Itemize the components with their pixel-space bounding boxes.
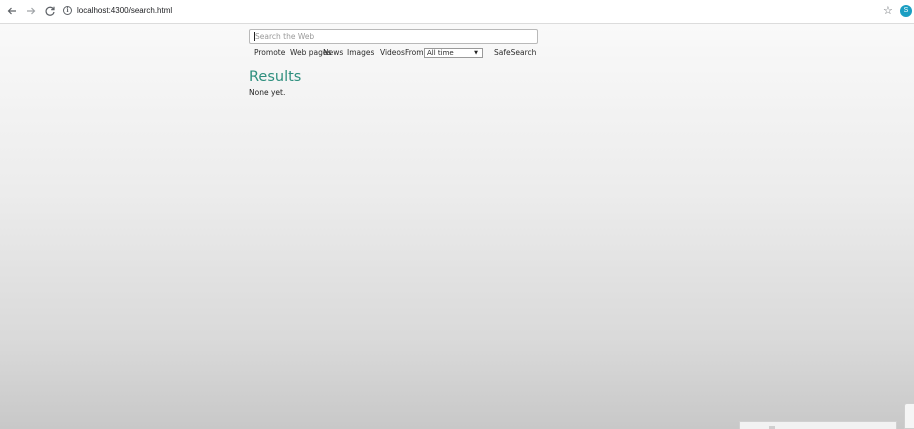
reload-button[interactable] xyxy=(44,5,56,17)
search-input[interactable] xyxy=(249,29,538,44)
forward-button[interactable] xyxy=(25,5,37,17)
safesearch-toggle[interactable]: SafeSearch xyxy=(494,47,536,59)
side-panel-tab[interactable] xyxy=(904,403,914,429)
arrow-left-icon xyxy=(7,7,16,15)
notification-card[interactable] xyxy=(739,421,897,429)
filter-promote[interactable]: Promote xyxy=(254,47,285,59)
browser-toolbar: i localhost:4300/search.html ☆ S xyxy=(0,0,914,24)
avatar[interactable]: S xyxy=(900,5,912,17)
filter-videos[interactable]: Videos xyxy=(380,47,405,59)
time-range-select[interactable]: All time ▼ xyxy=(424,48,483,58)
filter-news[interactable]: News xyxy=(323,47,343,59)
from-label: From xyxy=(405,48,424,57)
arrow-right-icon xyxy=(27,7,36,15)
filter-images[interactable]: Images xyxy=(347,47,374,59)
info-icon[interactable]: i xyxy=(63,6,72,15)
back-button[interactable] xyxy=(6,5,18,17)
reload-icon xyxy=(45,6,55,16)
results-heading: Results xyxy=(249,69,302,85)
time-range-value: All time xyxy=(427,49,454,57)
text-caret xyxy=(254,32,255,41)
dropdown-arrow-icon: ▼ xyxy=(474,50,478,56)
address-bar[interactable]: i localhost:4300/search.html xyxy=(60,4,880,19)
url-text[interactable]: localhost:4300/search.html xyxy=(77,5,172,17)
results-empty-text: None yet. xyxy=(249,88,286,97)
star-icon[interactable]: ☆ xyxy=(883,4,893,18)
